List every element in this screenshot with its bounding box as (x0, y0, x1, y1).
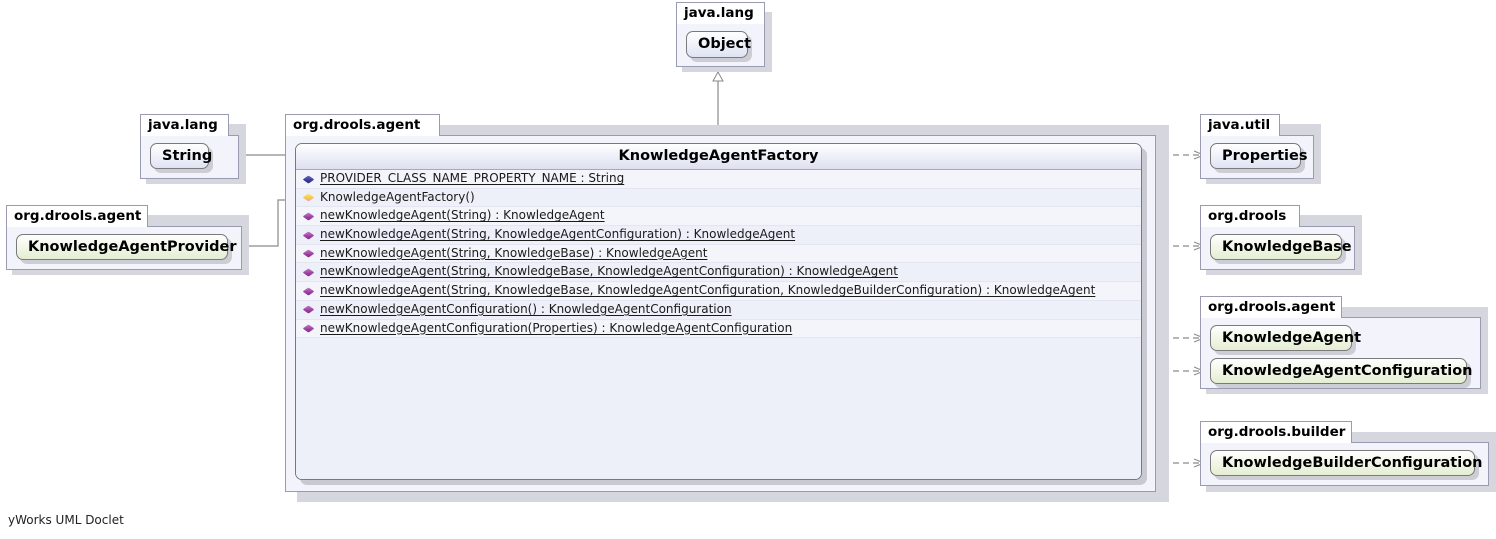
class-member-label: newKnowledgeAgentConfiguration(Propertie… (320, 320, 793, 335)
package-tab-label: org.drools.agent (1200, 296, 1342, 318)
class-member-label: PROVIDER_CLASS_NAME_PROPERTY_NAME : Stri… (320, 171, 625, 185)
class-member-row[interactable]: newKnowledgeAgent(String) : KnowledgeAge… (296, 207, 1141, 227)
package-tab-label: org.drools (1200, 205, 1300, 227)
class-title: KnowledgeAgentFactory (296, 144, 1141, 170)
class-node-object[interactable]: Object (686, 31, 751, 58)
method-icon (302, 267, 314, 277)
package-tab-label: org.drools.agent (6, 205, 148, 227)
class-node-knowledgeagentfactory[interactable]: KnowledgeAgentFactory PROVIDER_CLASS_NAM… (295, 143, 1142, 480)
class-node-knowledgeagentconfiguration[interactable]: KnowledgeAgentConfiguration (1210, 358, 1473, 384)
package-tab-label: java.lang (676, 2, 765, 24)
class-node-knowledgebase[interactable]: KnowledgeBase (1210, 234, 1352, 260)
method-icon (302, 211, 314, 221)
class-member-label: newKnowledgeAgent(String, KnowledgeBase,… (320, 283, 1096, 298)
uml-class-diagram: java.lang Object java.lang String org.dr… (0, 0, 1496, 539)
class-member-label: newKnowledgeAgent(String, KnowledgeAgent… (320, 227, 796, 242)
package-tab-label: org.drools.agent (285, 114, 440, 136)
class-member-list: PROVIDER_CLASS_NAME_PROPERTY_NAME : Stri… (296, 170, 1141, 339)
package-tab-label: org.drools.builder (1200, 421, 1352, 443)
class-member-row[interactable]: KnowledgeAgentFactory() (296, 188, 1141, 208)
class-node-knowledgeagentprovider[interactable]: KnowledgeAgentProvider (16, 234, 237, 260)
class-member-row[interactable]: newKnowledgeAgentConfiguration(Propertie… (296, 319, 1141, 339)
method-icon (302, 305, 314, 315)
package-tab-label: java.lang (140, 114, 229, 136)
class-member-label: KnowledgeAgentFactory() (320, 189, 475, 204)
class-member-row[interactable]: newKnowledgeAgentConfiguration() : Knowl… (296, 300, 1141, 320)
class-member-row[interactable]: newKnowledgeAgent(String, KnowledgeBase,… (296, 263, 1141, 283)
class-member-row[interactable]: newKnowledgeAgent(String, KnowledgeBase,… (296, 282, 1141, 301)
class-body-filler (296, 338, 1141, 479)
class-member-row[interactable]: newKnowledgeAgent(String, KnowledgeBase)… (296, 244, 1141, 264)
watermark-label: yWorks UML Doclet (8, 513, 124, 527)
class-member-label: newKnowledgeAgent(String, KnowledgeBase)… (320, 245, 708, 260)
class-member-label: newKnowledgeAgent(String, KnowledgeBase,… (320, 264, 898, 279)
class-member-row[interactable]: newKnowledgeAgent(String, KnowledgeAgent… (296, 226, 1141, 245)
class-node-string[interactable]: String (150, 143, 212, 169)
class-node-knowledgebuilderconfiguration[interactable]: KnowledgeBuilderConfiguration (1210, 450, 1483, 476)
package-tab-label: java.util (1200, 114, 1280, 136)
method-icon (302, 230, 314, 240)
class-member-label: newKnowledgeAgentConfiguration() : Knowl… (320, 301, 732, 316)
method-icon (302, 249, 314, 259)
class-node-properties[interactable]: Properties (1210, 143, 1307, 169)
method-icon (302, 324, 314, 334)
method-icon (302, 286, 314, 296)
field-icon (302, 174, 314, 184)
class-member-label: newKnowledgeAgent(String) : KnowledgeAge… (320, 208, 605, 223)
ctor-icon (302, 193, 314, 203)
class-node-knowledgeagent[interactable]: KnowledgeAgent (1210, 325, 1361, 351)
class-member-row[interactable]: PROVIDER_CLASS_NAME_PROPERTY_NAME : Stri… (296, 170, 1141, 189)
